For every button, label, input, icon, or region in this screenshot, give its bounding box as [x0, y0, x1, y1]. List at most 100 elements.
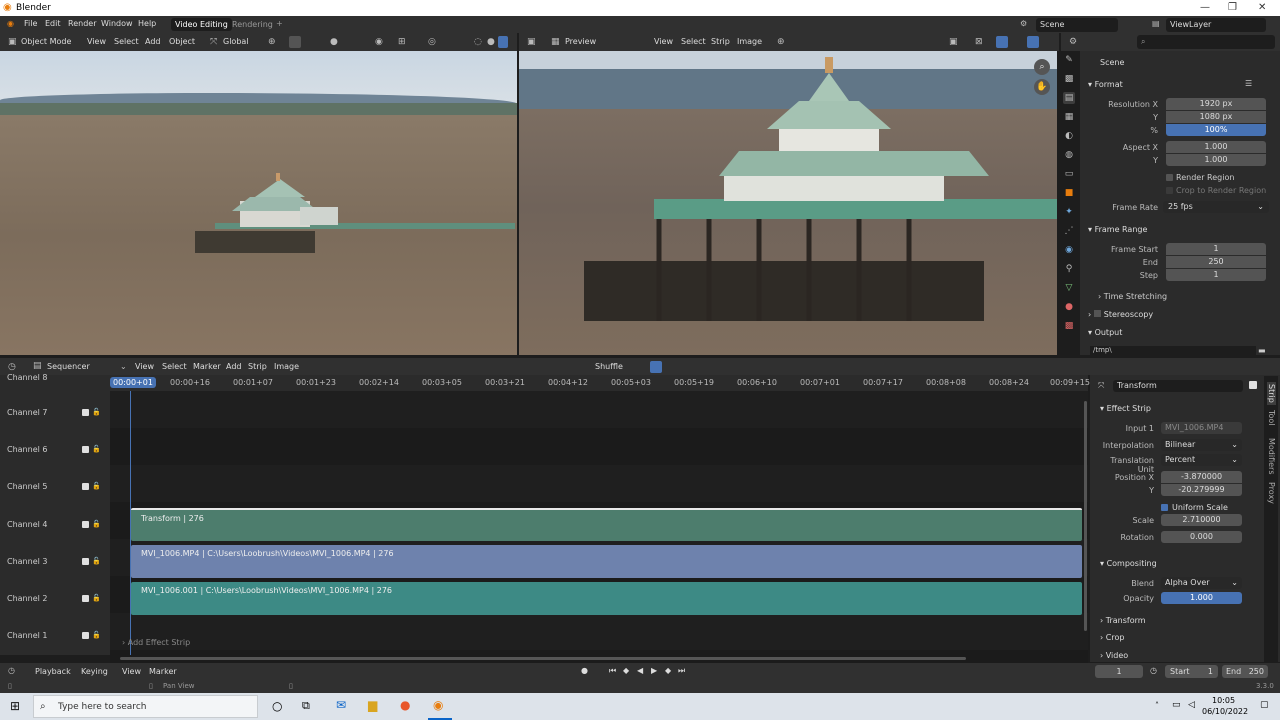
network-icon[interactable]: ▭: [1172, 700, 1181, 710]
properties-editor-icon[interactable]: ⚙: [1069, 37, 1077, 47]
overlap-mode-dropdown[interactable]: Shuffle: [595, 362, 623, 371]
channel-mute-checkbox[interactable]: [82, 521, 89, 528]
volume-icon[interactable]: ◁: [1188, 700, 1195, 710]
taskbar-clock[interactable]: 10:05: [1212, 696, 1235, 705]
channel-mute-checkbox[interactable]: [82, 409, 89, 416]
movie-strip-copy[interactable]: MVI_1006.001 | C:\Users\Loobrush\Videos\…: [131, 582, 1082, 615]
preview-menu-strip[interactable]: Strip: [711, 37, 730, 46]
start-frame-field[interactable]: Start 1: [1165, 665, 1218, 678]
stopwatch-icon[interactable]: ◷: [1150, 666, 1157, 675]
frame-step-field[interactable]: 1: [1166, 269, 1266, 281]
resolution-percent-field[interactable]: 100%: [1166, 124, 1266, 136]
format-panel-title[interactable]: ▾ Format: [1088, 80, 1123, 89]
preview-menu-image[interactable]: Image: [737, 37, 762, 46]
stereoscopy-panel[interactable]: › Stereoscopy: [1088, 310, 1153, 319]
zoom-icon[interactable]: ⌕: [1034, 59, 1050, 75]
preview-menu-select[interactable]: Select: [681, 37, 706, 46]
view-layer-selector[interactable]: ViewLayer: [1166, 18, 1266, 32]
menu-edit[interactable]: Edit: [45, 19, 61, 28]
tab-rendering[interactable]: Rendering: [228, 18, 277, 31]
crop-panel-title[interactable]: › Crop: [1100, 633, 1124, 642]
channel-mute-checkbox[interactable]: [82, 483, 89, 490]
presets-icon[interactable]: ☰: [1245, 79, 1252, 88]
maximize-button[interactable]: ❐: [1228, 2, 1237, 13]
lock-icon[interactable]: 🔓: [92, 557, 101, 565]
preview-mode-dropdown[interactable]: Preview: [565, 37, 596, 46]
channel-name[interactable]: Channel 5: [7, 482, 47, 491]
view-layer-tab-icon[interactable]: ▦: [1063, 111, 1075, 123]
3d-viewport[interactable]: [0, 51, 517, 355]
lock-icon[interactable]: 🔓: [92, 631, 101, 639]
output-panel-title[interactable]: ▾ Output: [1088, 328, 1122, 337]
sequencer-menu-select[interactable]: Select: [162, 362, 187, 371]
preview-menu-view[interactable]: View: [654, 37, 673, 46]
lock-icon[interactable]: 🔓: [92, 520, 101, 528]
frame-end-field[interactable]: 250: [1166, 256, 1266, 268]
properties-search-field[interactable]: ⌕: [1137, 35, 1275, 49]
strip-name-field[interactable]: Transform: [1113, 380, 1243, 392]
lock-icon[interactable]: 🔓: [92, 482, 101, 490]
compositing-panel-title[interactable]: ▾ Compositing: [1100, 559, 1157, 568]
transform-strip[interactable]: Transform | 276: [131, 508, 1082, 541]
effect-strip-panel-title[interactable]: ▾ Effect Strip: [1100, 404, 1151, 413]
jump-end-icon[interactable]: ⏭: [678, 666, 685, 676]
notifications-icon[interactable]: ▢: [1260, 700, 1269, 710]
rotation-field[interactable]: 0.000: [1161, 531, 1242, 543]
sequencer-mode-dropdown[interactable]: Sequencer: [47, 362, 90, 371]
sequencer-menu-strip[interactable]: Strip: [248, 362, 267, 371]
channel-name[interactable]: Channel 6: [7, 445, 47, 454]
lock-icon[interactable]: 🔓: [92, 445, 101, 453]
horizontal-scrollbar[interactable]: [120, 657, 966, 660]
overlay-toggle-button[interactable]: [1027, 36, 1039, 48]
windows-start-icon[interactable]: ⊞: [10, 699, 20, 713]
lock-icon[interactable]: 🔓: [92, 594, 101, 602]
scene-selector[interactable]: Scene: [1036, 18, 1118, 32]
material-shading-button[interactable]: [498, 36, 508, 48]
sequencer-timeline[interactable]: Transform | 276 MVI_1006.MP4 | C:\Users\…: [110, 391, 1088, 655]
tab-modifiers[interactable]: Modifiers: [1267, 438, 1276, 475]
uniform-scale-checkbox[interactable]: [1161, 504, 1168, 511]
sequencer-menu-image[interactable]: Image: [274, 362, 299, 371]
transform-gizmo-button[interactable]: [996, 36, 1008, 48]
tab-proxy[interactable]: Proxy: [1267, 482, 1276, 504]
render-tab-icon[interactable]: ▩: [1063, 73, 1075, 85]
display-channels-icon[interactable]: ▣: [949, 37, 958, 47]
play-icon[interactable]: ▶: [651, 666, 657, 675]
channel-mute-checkbox[interactable]: [82, 446, 89, 453]
visibility-icon[interactable]: ◉: [375, 37, 383, 47]
cortana-icon[interactable]: ○: [272, 699, 282, 713]
play-reverse-icon[interactable]: ◀: [637, 666, 643, 675]
timeline-menu-marker[interactable]: Marker: [149, 667, 177, 676]
channel-name[interactable]: Channel 1: [7, 631, 47, 640]
close-button[interactable]: ✕: [1258, 2, 1266, 13]
minimize-button[interactable]: —: [1200, 2, 1210, 13]
orientation-dropdown[interactable]: Global: [223, 37, 249, 46]
end-frame-field[interactable]: End 250: [1222, 665, 1268, 678]
gizmo-icon[interactable]: ⊠: [975, 37, 983, 47]
tab-tool[interactable]: Tool: [1267, 410, 1276, 426]
translation-unit-dropdown[interactable]: Percent ⌄: [1161, 454, 1242, 466]
modifier-tab-icon[interactable]: ✦: [1063, 206, 1075, 218]
wireframe-shading-icon[interactable]: ◌: [474, 37, 482, 47]
pivot-icon[interactable]: ⊕: [777, 37, 785, 47]
object-mode-dropdown[interactable]: Object Mode: [21, 37, 71, 46]
particles-tab-icon[interactable]: ⋰: [1063, 225, 1075, 237]
frame-range-panel-title[interactable]: ▾ Frame Range: [1088, 225, 1147, 234]
pivot-icon[interactable]: ⊕: [268, 37, 276, 47]
interpolation-dropdown[interactable]: Bilinear ⌄: [1161, 439, 1242, 451]
aspect-y-field[interactable]: 1.000: [1166, 154, 1266, 166]
blender-taskbar-icon[interactable]: ◉: [433, 698, 443, 712]
next-keyframe-icon[interactable]: ◆: [665, 666, 671, 675]
overlays-icon[interactable]: ◎: [428, 37, 436, 47]
channel-mute-checkbox[interactable]: [82, 632, 89, 639]
physics-tab-icon[interactable]: ◉: [1063, 244, 1075, 256]
editor-type-icon[interactable]: ▣: [527, 37, 536, 47]
tab-video-editing[interactable]: Video Editing: [171, 18, 232, 31]
menu-render[interactable]: Render: [68, 19, 96, 28]
proportional-edit-icon[interactable]: ●: [330, 37, 338, 47]
output-path-field[interactable]: /tmp\: [1090, 346, 1256, 355]
channel-mute-checkbox[interactable]: [82, 558, 89, 565]
solid-shading-icon[interactable]: ●: [487, 37, 495, 47]
record-icon[interactable]: ●: [581, 666, 588, 675]
material-tab-icon[interactable]: ●: [1063, 301, 1075, 313]
